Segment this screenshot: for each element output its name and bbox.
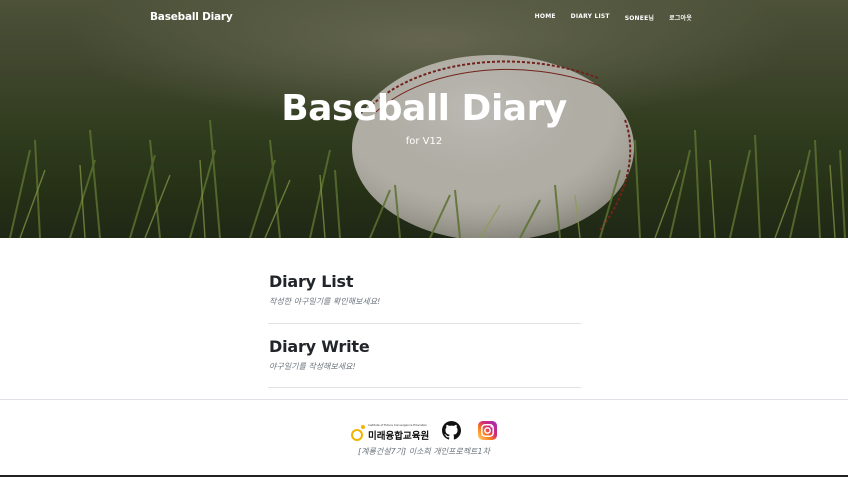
logo-text: 미래융합교육원 [368,431,430,442]
nav-link-user[interactable]: SONEE님 [625,13,654,22]
post-preview-diary-list[interactable]: Diary List 작성한 야구일기를 확인해보세요! [268,238,581,324]
instagram-icon[interactable] [478,421,497,440]
nav-link-logout[interactable]: 로그아웃 [669,13,692,22]
github-icon[interactable] [442,421,461,440]
hero-subtitle: for V12 [405,136,443,147]
navbar-brand[interactable]: Baseball Diary [150,11,233,23]
hero-header: Baseball Diary HOME DIARY LIST SONEE님 로그… [0,0,848,238]
navbar: Baseball Diary HOME DIARY LIST SONEE님 로그… [0,0,848,36]
post-title[interactable]: Diary Write [269,337,370,356]
institute-logo[interactable]: Institute of Future Convergence Educatio… [350,422,430,442]
post-list: Diary List 작성한 야구일기를 확인해보세요! Diary Write… [268,238,581,388]
post-subtitle: 작성한 야구일기를 확인해보세요! [269,297,381,306]
logo-mark-icon [351,425,365,441]
nav-link-diary-list[interactable]: DIARY LIST [571,13,610,22]
hero-title: Baseball Diary [281,88,567,129]
footer-credit: [계룡건설7기] 이소희 개인프로젝트1차 [358,447,490,456]
footer: Institute of Future Convergence Educatio… [0,399,848,477]
post-subtitle: 야구일기를 작성해보세요! [269,362,356,371]
post-title[interactable]: Diary List [269,272,354,291]
post-preview-diary-write[interactable]: Diary Write 야구일기를 작성해보세요! [268,324,581,388]
nav-links: HOME DIARY LIST SONEE님 로그아웃 [535,13,692,22]
logo-caption: Institute of Future Convergence Educatio… [368,423,428,427]
nav-link-home[interactable]: HOME [535,13,556,22]
